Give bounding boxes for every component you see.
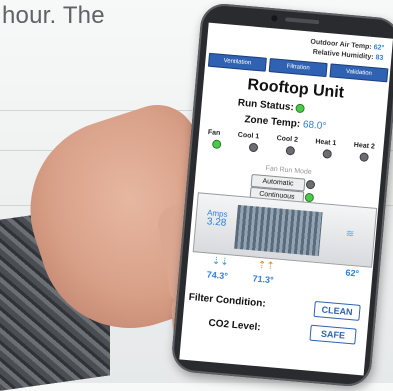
stage-label-cool2: Cool 2 <box>276 134 299 144</box>
fan-status-indicator <box>212 140 221 149</box>
amps-value: 3.28 <box>206 216 227 229</box>
filter-condition-label: Filter Condition: <box>188 291 267 310</box>
stage-label-heat2: Heat 2 <box>353 141 376 151</box>
cool2-status-indicator <box>286 146 295 155</box>
filter-condition-badge: CLEAN <box>313 300 361 321</box>
supply-air-icon: ⇣⇣ <box>211 255 230 269</box>
outdoor-conditions: Outdoor Air Temp: 62° Relative Humidity:… <box>309 38 384 64</box>
zone-temp: Zone Temp: 68.0° <box>244 114 327 132</box>
stage-label-heat1: Heat 1 <box>315 138 337 148</box>
humidity-value: 83 <box>375 54 384 62</box>
run-status: Run Status: <box>237 97 304 114</box>
automatic-indicator <box>306 180 315 189</box>
phone-screen: Outdoor Air Temp: 62° Relative Humidity:… <box>179 22 393 376</box>
zone-temp-value: 68.0° <box>302 119 327 133</box>
background-article-text: hour. The <box>2 2 105 29</box>
run-status-indicator <box>296 104 304 113</box>
tab-validation[interactable]: Validation <box>329 63 389 83</box>
supply-temp: 74.3° <box>206 269 229 282</box>
speaker-grille <box>285 17 320 25</box>
outdoor-air-value: 62° <box>373 44 385 52</box>
zone-temp-label: Zone Temp: <box>243 114 301 130</box>
stage-label-cool1: Cool 1 <box>237 131 260 141</box>
camera-icon <box>271 15 278 22</box>
return-air-icon: ⇡⇡ <box>257 259 275 273</box>
heat1-status-indicator <box>323 150 332 158</box>
tab-filtration[interactable]: Filtration <box>268 58 328 78</box>
heat2-status-indicator <box>360 153 368 161</box>
smartphone: Outdoor Air Temp: 62° Relative Humidity:… <box>170 1 393 389</box>
return-temp: 71.3° <box>252 273 275 286</box>
airflow-icon: ≋ <box>345 228 355 241</box>
stage-label-fan: Fan <box>207 128 221 138</box>
amps-readout: Amps 3.28 <box>206 208 228 229</box>
cool1-status-indicator <box>249 143 258 152</box>
tab-ventilation[interactable]: Ventilation <box>207 52 267 72</box>
run-status-label: Run Status: <box>237 97 295 114</box>
unit-internals-image <box>234 204 323 257</box>
co2-level-badge: SAFE <box>309 324 357 345</box>
continuous-indicator <box>305 193 314 202</box>
co2-level-label: CO2 Level: <box>208 317 262 334</box>
outdoor-side-temp: 62° <box>345 267 360 279</box>
